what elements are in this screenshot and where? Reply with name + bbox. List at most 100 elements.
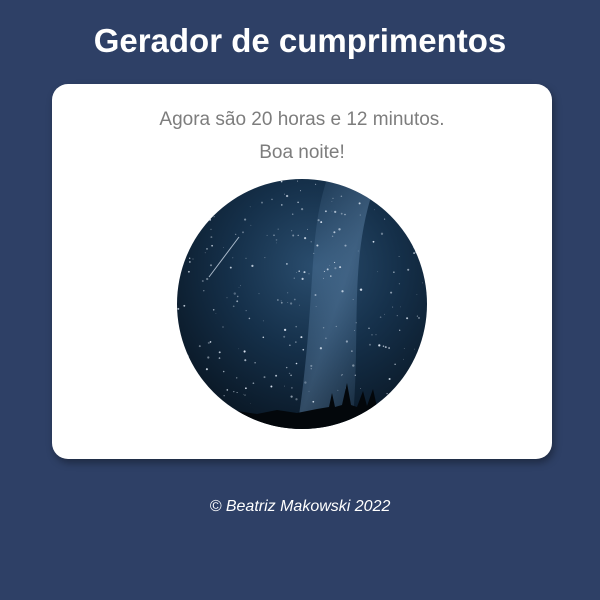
star	[400, 306, 401, 308]
star	[222, 326, 224, 328]
star	[331, 201, 333, 202]
star	[192, 258, 194, 260]
star	[295, 341, 297, 343]
star	[335, 325, 337, 327]
star	[394, 363, 396, 365]
star	[304, 237, 307, 240]
star	[178, 254, 181, 257]
star	[352, 181, 354, 183]
star	[340, 195, 343, 197]
star	[276, 242, 277, 244]
star	[398, 283, 401, 285]
star	[291, 213, 294, 215]
star	[418, 317, 420, 319]
star	[288, 372, 291, 375]
star	[340, 212, 343, 215]
star	[302, 348, 305, 351]
star	[416, 201, 419, 204]
star	[297, 180, 298, 182]
star	[388, 377, 391, 381]
star	[337, 389, 339, 391]
star	[417, 357, 420, 360]
star	[280, 301, 283, 304]
star	[374, 183, 376, 186]
star	[245, 257, 247, 259]
star	[388, 347, 390, 349]
star	[244, 394, 246, 396]
star	[271, 198, 273, 201]
star	[254, 362, 256, 364]
star	[238, 287, 240, 289]
star	[218, 357, 221, 359]
star	[402, 222, 406, 225]
star	[207, 356, 210, 359]
star	[219, 189, 223, 192]
star	[285, 366, 288, 369]
time-message: Agora são 20 horas e 12 minutos.	[159, 109, 445, 130]
star	[301, 277, 304, 280]
star	[372, 240, 375, 243]
star	[218, 400, 221, 402]
star	[223, 247, 224, 248]
star	[183, 304, 186, 307]
star	[250, 403, 251, 405]
star	[284, 193, 285, 195]
star	[334, 267, 337, 270]
star	[261, 201, 263, 204]
star	[275, 239, 278, 241]
star	[198, 345, 201, 348]
star	[252, 382, 255, 385]
star	[232, 305, 235, 308]
star	[181, 255, 183, 256]
star	[296, 271, 297, 273]
star	[371, 334, 373, 336]
greeting-card: Agora são 20 horas e 12 minutos. Boa noi…	[52, 84, 552, 459]
star	[313, 252, 315, 254]
star	[421, 179, 423, 181]
star	[286, 263, 288, 265]
star	[341, 374, 343, 376]
star	[236, 295, 239, 298]
star	[307, 228, 308, 230]
star	[194, 214, 195, 216]
star	[320, 221, 323, 224]
star	[289, 302, 293, 305]
star	[330, 275, 332, 277]
star	[334, 261, 336, 263]
star	[339, 266, 342, 269]
star	[360, 388, 361, 389]
star	[398, 391, 400, 393]
star	[186, 355, 189, 358]
star	[299, 190, 302, 192]
star	[209, 341, 212, 343]
star	[258, 293, 260, 295]
star	[244, 218, 247, 221]
page-title: Gerador de cumprimentos	[93, 22, 507, 59]
star	[226, 297, 228, 299]
star	[380, 232, 384, 235]
star	[263, 182, 265, 184]
star	[215, 313, 217, 314]
star	[209, 180, 212, 183]
star	[205, 368, 208, 371]
star	[210, 236, 213, 239]
star	[419, 196, 422, 199]
star	[413, 252, 416, 255]
star	[341, 290, 344, 293]
star	[218, 187, 220, 188]
star	[374, 209, 376, 211]
star	[332, 197, 334, 200]
star	[251, 264, 254, 268]
star	[232, 257, 234, 259]
star	[314, 294, 317, 296]
star	[180, 247, 183, 250]
star	[403, 358, 404, 360]
star	[368, 327, 370, 329]
star	[262, 336, 265, 339]
star	[195, 376, 197, 378]
star	[323, 277, 324, 279]
star	[351, 350, 353, 352]
star	[248, 317, 251, 320]
star	[243, 393, 245, 395]
star	[326, 268, 329, 271]
